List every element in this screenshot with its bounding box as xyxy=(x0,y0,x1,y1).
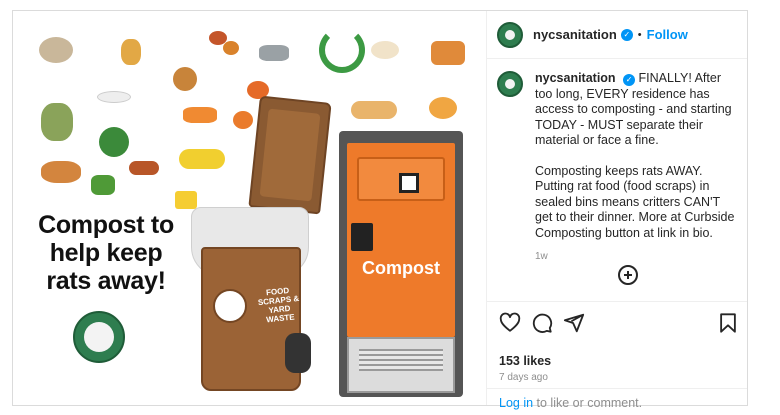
headline-line-2: help keep xyxy=(49,239,163,267)
post-image[interactable]: Compost to help keep rats away! FOOD SCR… xyxy=(13,11,487,405)
scrap-spoon xyxy=(259,45,289,61)
scrap-herb xyxy=(41,103,73,141)
scrap-grass xyxy=(91,175,115,195)
caption: nycsanitation ✓ FINALLY! After too long,… xyxy=(497,71,742,265)
headline: Compost to help keep rats away! xyxy=(21,211,191,295)
header-username[interactable]: nycsanitation xyxy=(533,27,617,42)
dsny-seal-logo xyxy=(73,311,125,363)
scrap-egg xyxy=(371,41,399,59)
scrap-hotdog xyxy=(351,101,397,119)
post-sidebar: nycsanitation ✓ • Follow nycsanitation ✓… xyxy=(487,11,747,410)
scrap-drumstick xyxy=(41,161,81,183)
heart-icon[interactable] xyxy=(499,312,521,334)
scrap-bread xyxy=(429,97,457,119)
caption-body: nycsanitation ✓ FINALLY! After too long,… xyxy=(535,71,740,265)
headline-line-3: rats away! xyxy=(46,267,166,295)
scrap-peel xyxy=(121,39,141,65)
bin-wheel xyxy=(285,333,311,373)
load-more-comments-icon[interactable] xyxy=(618,265,638,285)
comment-icon[interactable] xyxy=(531,312,553,334)
likes-count[interactable]: 153 likes xyxy=(499,354,551,368)
caption-text-2: Composting keeps rats AWAY. Putting rat … xyxy=(535,163,735,240)
headline-line-1: Compost to xyxy=(38,211,174,239)
scrap-cookie xyxy=(173,67,197,91)
action-bar: 153 likes 7 days ago Log in to like or c… xyxy=(487,301,747,410)
scrap-watermelon xyxy=(319,27,365,73)
scrap-banana xyxy=(179,149,225,169)
avatar[interactable] xyxy=(497,21,523,48)
post-card: Compost to help keep rats away! FOOD SCR… xyxy=(12,10,748,410)
caption-username[interactable]: nycsanitation xyxy=(535,71,616,85)
scrap-carrot-2 xyxy=(233,111,253,129)
brown-bin: FOOD SCRAPS & YARD WASTE xyxy=(201,247,301,391)
bin-text: FOOD SCRAPS & YARD WASTE xyxy=(257,285,300,325)
scrap-pizza xyxy=(431,41,465,65)
verified-badge-icon: ✓ xyxy=(620,28,633,41)
cabinet-foot-pedal xyxy=(347,337,455,393)
post-header: nycsanitation ✓ • Follow xyxy=(487,11,747,59)
follow-button[interactable]: Follow xyxy=(647,27,688,42)
caption-avatar[interactable] xyxy=(497,71,523,97)
cabinet-label: Compost xyxy=(362,258,440,278)
login-prompt: Log in to like or comment. xyxy=(487,388,747,410)
cabinet-handle xyxy=(351,223,373,251)
caption-verified-badge-icon: ✓ xyxy=(623,74,636,86)
login-rest-text: to like or comment. xyxy=(533,396,643,410)
share-icon[interactable] xyxy=(563,312,585,334)
login-link[interactable]: Log in xyxy=(499,396,533,410)
scrap-cheese xyxy=(175,191,197,209)
caption-time[interactable]: 1w xyxy=(535,249,740,265)
caption-para-1: nycsanitation ✓ FINALLY! After too long,… xyxy=(535,71,740,149)
scrap-shell xyxy=(39,37,73,63)
scrap-bone xyxy=(97,91,131,103)
bookmark-icon[interactable] xyxy=(717,312,739,334)
post-date[interactable]: 7 days ago xyxy=(499,372,548,383)
scrap-broccoli xyxy=(99,127,129,157)
qr-code-icon xyxy=(399,173,419,193)
scrap-sausage xyxy=(129,161,159,175)
bin-lid xyxy=(248,95,332,215)
separator-dot: • xyxy=(637,28,642,41)
scrap-leaf-2 xyxy=(223,41,239,55)
scrap-orange xyxy=(183,107,217,123)
